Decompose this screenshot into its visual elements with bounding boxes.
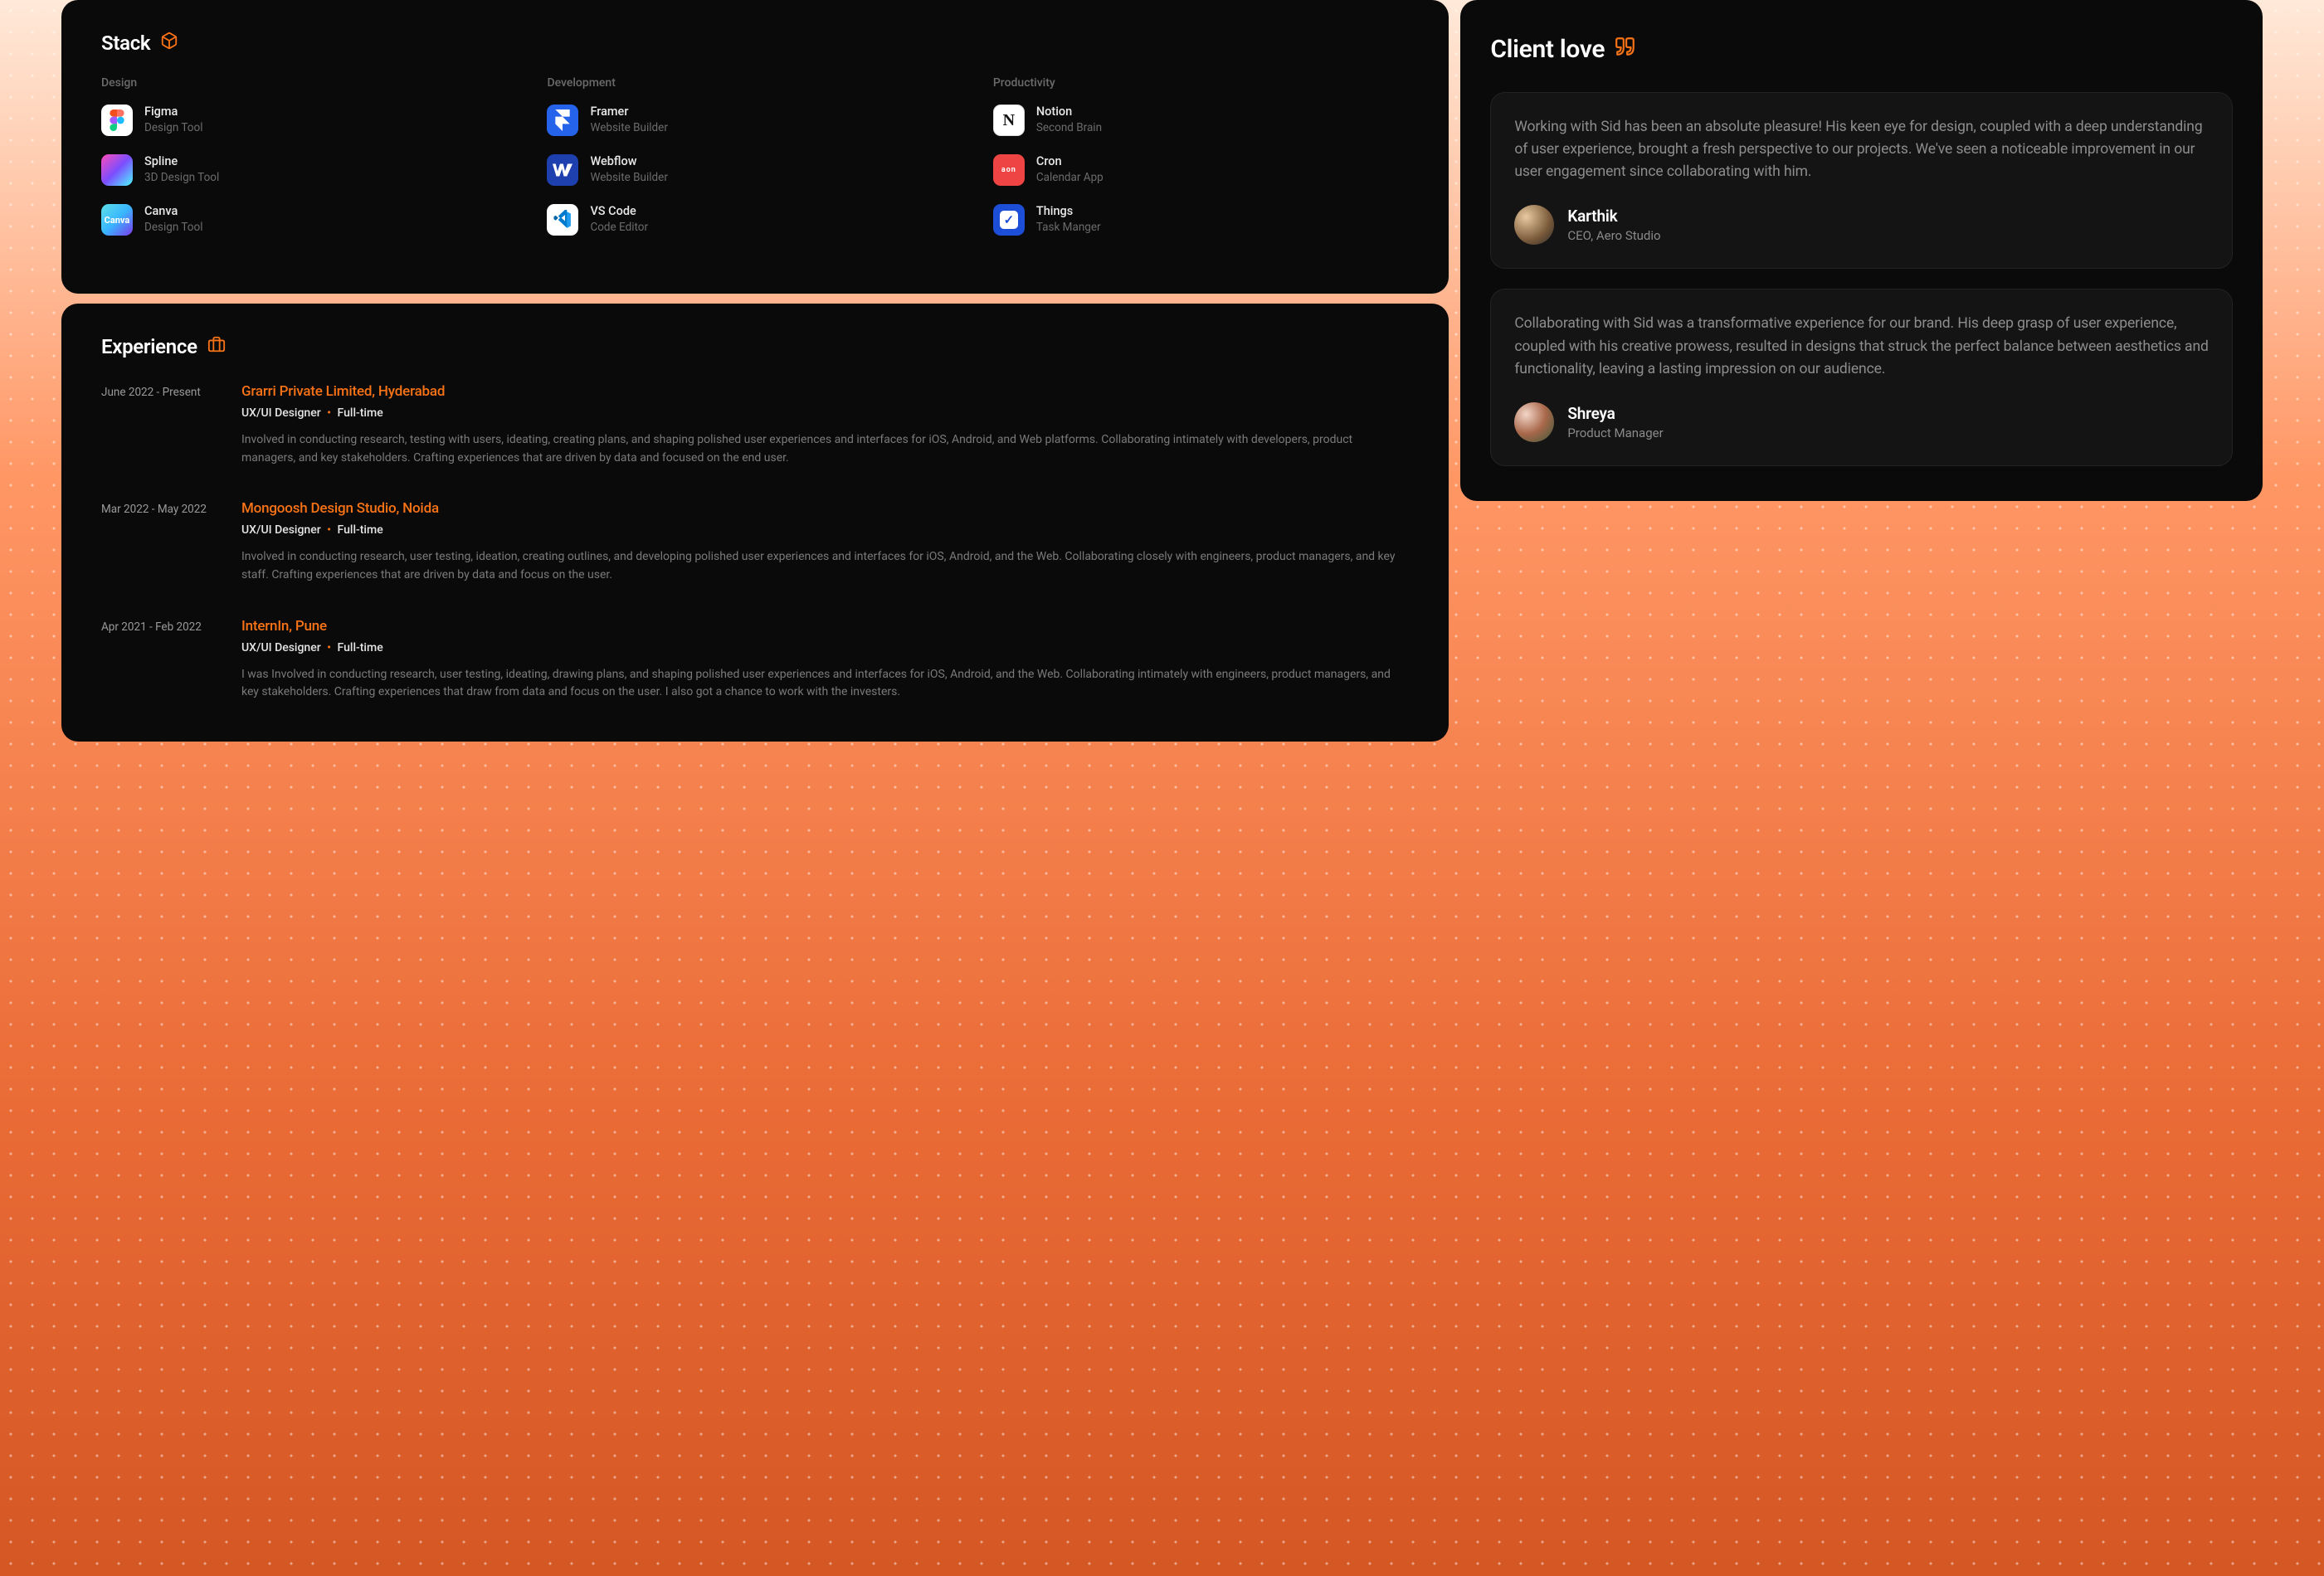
experience-item: Apr 2021 - Feb 2022 InternIn, Pune UX/UI… [101,618,1409,702]
tool-item[interactable]: Figma Design Tool [101,105,517,136]
tool-name: Notion [1036,105,1102,119]
tool-subtitle: Design Tool [144,122,202,135]
stack-column: Design Figma Design Tool Spline 3D Desig… [101,76,517,254]
testimonial-author: Karthik CEO, Aero Studio [1514,205,2209,245]
experience-heading: Experience [101,335,1409,358]
experience-description: Involved in conducting research, testing… [241,431,1409,467]
box-icon [160,32,178,55]
testimonial-author: Shreya Product Manager [1514,402,2209,442]
experience-meta: UX/UI Designer • Full-time [241,523,1409,537]
experience-date: Apr 2021 - Feb 2022 [101,618,222,702]
experience-role: UX/UI Designer [241,641,321,654]
spline-icon [101,154,133,186]
tool-subtitle: 3D Design Tool [144,172,219,185]
experience-title-text: Experience [101,335,197,358]
experience-date: June 2022 - Present [101,383,222,467]
stack-heading: Stack [101,32,1409,55]
briefcase-icon [207,335,226,358]
tool-item[interactable]: Framer Website Builder [547,105,962,136]
experience-meta: UX/UI Designer • Full-time [241,641,1409,654]
separator-dot: • [327,406,331,420]
stack-column: Development Framer Website Builder Webfl… [547,76,962,254]
tool-name: VS Code [590,205,648,219]
tool-name: Framer [590,105,667,119]
tool-item[interactable]: ✓ Things Task Manger [993,204,1409,236]
tool-name: Spline [144,155,219,169]
tool-item[interactable]: Webflow Website Builder [547,154,962,186]
experience-item: Mar 2022 - May 2022 Mongoosh Design Stud… [101,500,1409,584]
stack-category-label: Productivity [993,76,1409,90]
things-icon: ✓ [993,204,1025,236]
webflow-icon [547,154,578,186]
separator-dot: • [327,523,331,537]
separator-dot: • [327,641,331,654]
experience-item: June 2022 - Present Grarri Private Limit… [101,383,1409,467]
author-name: Shreya [1567,404,1663,423]
experience-company: InternIn, Pune [241,618,1409,635]
tool-item[interactable]: N Notion Second Brain [993,105,1409,136]
tool-subtitle: Design Tool [144,221,202,235]
testimonial-card: Collaborating with Sid was a transformat… [1490,289,2233,465]
testimonials-title-text: Client love [1490,35,1605,64]
framer-icon [547,105,578,136]
tool-item[interactable]: VS Code Code Editor [547,204,962,236]
notion-icon: N [993,105,1025,136]
experience-panel: Experience June 2022 - Present Grarri Pr… [61,304,1449,742]
testimonials-panel: Client love Working with Sid has been an… [1460,0,2263,501]
experience-description: I was Involved in conducting research, u… [241,666,1409,702]
experience-type: Full-time [338,641,383,654]
testimonial-text: Working with Sid has been an absolute pl… [1514,116,2209,183]
experience-company: Mongoosh Design Studio, Noida [241,500,1409,517]
tool-name: Canva [144,205,202,219]
experience-date: Mar 2022 - May 2022 [101,500,222,584]
tool-name: Figma [144,105,202,119]
avatar [1514,402,1554,442]
tool-item[interactable]: Canva Canva Design Tool [101,204,517,236]
vscode-icon [547,204,578,236]
tool-subtitle: Task Manger [1036,221,1101,235]
experience-description: Involved in conducting research, user te… [241,548,1409,584]
tool-name: Things [1036,205,1101,219]
stack-category-label: Development [547,76,962,90]
tool-subtitle: Second Brain [1036,122,1102,135]
figma-icon [101,105,133,136]
stack-category-label: Design [101,76,517,90]
tool-name: Cron [1036,155,1104,169]
tool-subtitle: Code Editor [590,221,648,235]
canva-icon: Canva [101,204,133,236]
cron-icon: aon [993,154,1025,186]
testimonial-card: Working with Sid has been an absolute pl… [1490,92,2233,269]
author-name: Karthik [1567,207,1660,226]
author-role: Product Manager [1567,426,1663,440]
experience-meta: UX/UI Designer • Full-time [241,406,1409,420]
stack-title-text: Stack [101,32,150,55]
tool-item[interactable]: aon Cron Calendar App [993,154,1409,186]
testimonial-text: Collaborating with Sid was a transformat… [1514,313,2209,380]
stack-panel: Stack Design Figma Design Tool Spline 3D… [61,0,1449,294]
quote-icon [1615,35,1636,64]
author-role: CEO, Aero Studio [1567,228,1660,243]
tool-item[interactable]: Spline 3D Design Tool [101,154,517,186]
avatar [1514,205,1554,245]
tool-subtitle: Website Builder [590,122,667,135]
testimonials-heading: Client love [1490,35,2233,64]
experience-type: Full-time [338,406,383,420]
experience-role: UX/UI Designer [241,406,321,420]
experience-role: UX/UI Designer [241,523,321,537]
experience-type: Full-time [338,523,383,537]
stack-column: Productivity N Notion Second Brain aon Cr… [993,76,1409,254]
experience-company: Grarri Private Limited, Hyderabad [241,383,1409,400]
tool-subtitle: Calendar App [1036,172,1104,185]
tool-subtitle: Website Builder [590,172,667,185]
tool-name: Webflow [590,155,667,169]
